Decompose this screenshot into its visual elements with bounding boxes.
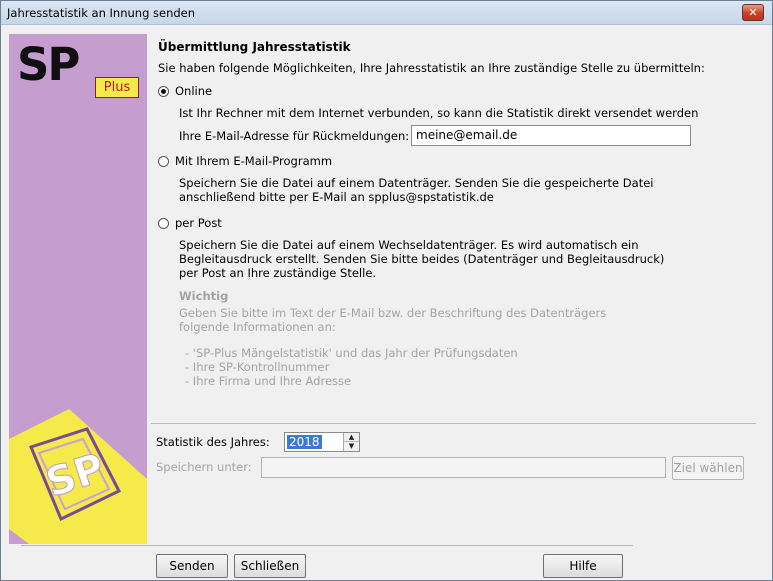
post-description-3: per Post an Ihre zuständige Stelle.	[179, 266, 377, 280]
close-button[interactable]: Schließen	[234, 554, 306, 578]
divider	[151, 423, 756, 424]
online-description: Ist Ihr Rechner mit dem Internet verbund…	[179, 106, 699, 120]
radio-email-program-label[interactable]: Mit Ihrem E-Mail-Programm	[175, 154, 332, 168]
email-program-description-1: Speichern Sie die Datei auf einem Datent…	[179, 176, 654, 190]
radio-email-program[interactable]	[158, 156, 169, 167]
intro-text: Sie haben folgende Möglichkeiten, Ihre J…	[158, 61, 705, 75]
year-value[interactable]: 2018	[287, 435, 322, 449]
year-spinner-buttons[interactable]: ▲ ▼	[343, 433, 359, 451]
important-text-2: folgende Informationen an:	[179, 320, 336, 334]
spinner-up-icon[interactable]: ▲	[344, 433, 359, 442]
important-list-item: - Ihre Firma und Ihre Adresse	[185, 374, 352, 388]
sp-plus-logo-graphic: SP	[9, 409, 147, 544]
save-label: Speichern unter:	[156, 460, 252, 474]
important-list-item: - 'SP-Plus Mängelstatistik' und das Jahr…	[185, 346, 518, 360]
email-field[interactable]: meine@email.de	[411, 125, 691, 146]
send-button[interactable]: Senden	[156, 554, 228, 578]
help-button[interactable]: Hilfe	[543, 554, 623, 578]
important-list-item: - Ihre SP-Kontrollnummer	[185, 360, 330, 374]
section-heading: Übermittlung Jahresstatistik	[158, 40, 351, 54]
radio-online-label[interactable]: Online	[175, 84, 212, 98]
spinner-down-icon[interactable]: ▼	[344, 442, 359, 451]
radio-post[interactable]	[158, 218, 169, 229]
important-title: Wichtig	[179, 289, 229, 303]
email-label: Ihre E-Mail-Adresse für Rückmeldungen:	[179, 129, 410, 143]
dialog-window: Jahresstatistik an Innung senden ✕ SP Pl…	[0, 0, 773, 581]
close-icon[interactable]: ✕	[742, 4, 764, 21]
post-description-2: Begleitausdruck erstellt. Senden Sie bit…	[179, 252, 665, 266]
post-description-1: Speichern Sie die Datei auf einem Wechse…	[179, 238, 639, 252]
sidebar-logo-panel: SP Plus SP	[9, 34, 147, 544]
logo-plus-badge: Plus	[95, 77, 139, 98]
save-path-field[interactable]	[261, 457, 666, 478]
choose-target-button[interactable]: Ziel wählen	[672, 456, 744, 480]
radio-online[interactable]	[158, 86, 169, 97]
year-spinner[interactable]: 2018 ▲ ▼	[284, 432, 360, 452]
bottom-divider	[21, 545, 633, 546]
title-bar[interactable]: Jahresstatistik an Innung senden ✕	[1, 1, 772, 25]
year-label: Statistik des Jahres:	[156, 435, 270, 449]
window-title: Jahresstatistik an Innung senden	[7, 6, 196, 20]
logo-sp-text: SP	[17, 38, 80, 91]
important-text-1: Geben Sie bitte im Text der E-Mail bzw. …	[179, 306, 607, 320]
email-program-description-2: anschließend bitte per E-Mail an spplus@…	[179, 190, 494, 204]
radio-post-label[interactable]: per Post	[175, 216, 222, 230]
